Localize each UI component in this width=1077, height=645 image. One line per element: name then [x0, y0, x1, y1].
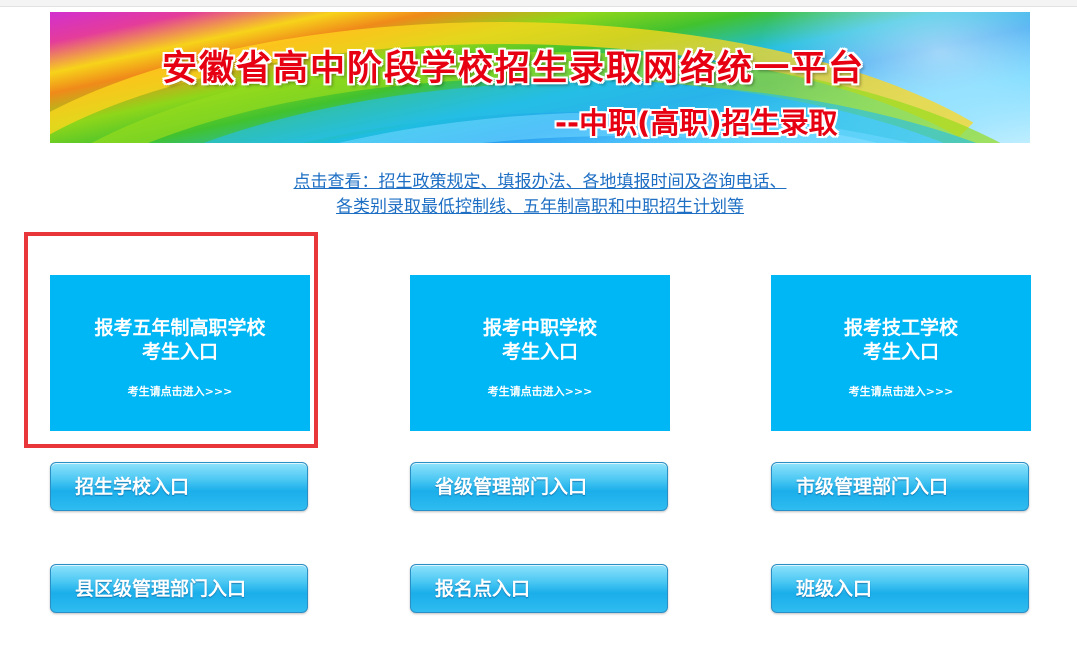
class-entry-button[interactable]: 班级入口: [771, 564, 1029, 613]
card-hint: 考生请点击进入>>>: [848, 385, 954, 398]
secondary-vocational-entry-card[interactable]: 报考中职学校 考生入口 考生请点击进入>>>: [410, 275, 670, 431]
card-subtitle: 考生入口: [862, 341, 939, 363]
card-hint: 考生请点击进入>>>: [487, 385, 593, 398]
city-admin-entry-button[interactable]: 市级管理部门入口: [771, 462, 1029, 511]
five-year-vocational-entry-card[interactable]: 报考五年制高职学校 考生入口 考生请点击进入>>>: [50, 275, 310, 431]
card-title: 报考技工学校: [843, 317, 958, 339]
registration-point-entry-button[interactable]: 报名点入口: [410, 564, 668, 613]
card-subtitle: 考生入口: [141, 341, 218, 363]
card-title: 报考中职学校: [482, 317, 597, 339]
policy-link-line1[interactable]: 点击查看：招生政策规定、填报办法、各地填报时间及咨询电话、: [294, 172, 787, 192]
technical-school-entry-card[interactable]: 报考技工学校 考生入口 考生请点击进入>>>: [771, 275, 1031, 431]
banner-subtitle: --中职(高职)招生录取: [555, 106, 838, 140]
policy-notice: 点击查看：招生政策规定、填报办法、各地填报时间及咨询电话、 各类别录取最低控制线…: [180, 170, 900, 220]
school-entry-button[interactable]: 招生学校入口: [50, 462, 308, 511]
provincial-admin-entry-button[interactable]: 省级管理部门入口: [410, 462, 668, 511]
card-title: 报考五年制高职学校: [94, 317, 266, 339]
county-admin-entry-button[interactable]: 县区级管理部门入口: [50, 564, 308, 613]
card-subtitle: 考生入口: [501, 341, 578, 363]
top-divider: [0, 0, 1077, 7]
policy-link-line2[interactable]: 各类别录取最低控制线、五年制高职和中职招生计划等: [336, 197, 744, 217]
banner-title: 安徽省高中阶段学校招生录取网络统一平台: [162, 49, 866, 89]
card-hint: 考生请点击进入>>>: [127, 385, 233, 398]
header-banner: 安徽省高中阶段学校招生录取网络统一平台 --中职(高职)招生录取: [50, 12, 1030, 143]
